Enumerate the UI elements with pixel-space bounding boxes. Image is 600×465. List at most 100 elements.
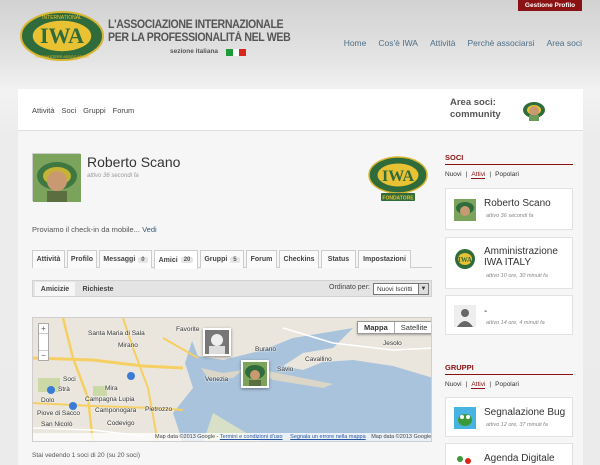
map-zoom-control: + −	[38, 323, 49, 361]
nav-attivita[interactable]: Attività	[430, 38, 456, 48]
map-label: Codevigo	[107, 420, 135, 427]
group-card[interactable]: Segnalazione Bug attivo 12 ore, 37 minut…	[445, 397, 573, 437]
tab-forum[interactable]: Forum	[246, 250, 277, 268]
gruppi-filter-attivi[interactable]: Attivi	[471, 381, 486, 389]
zoom-slider[interactable]	[39, 333, 48, 351]
member-card[interactable]: Roberto Scano attivo 36 secondi fa	[445, 188, 573, 230]
site-title-line1: L'ASSOCIAZIONE INTERNAZIONALE	[108, 19, 284, 31]
status-view-link[interactable]: Vedi	[142, 225, 157, 234]
bug-icon	[454, 407, 476, 429]
soci-filter-nuovi[interactable]: Nuovi	[445, 171, 462, 179]
map-label: Burano	[255, 346, 276, 353]
tab-label: Amici	[158, 256, 178, 264]
gestione-profilo-button[interactable]: Gestione Profilo	[518, 0, 582, 11]
tab-label: Profilo	[70, 256, 94, 263]
badge-label: FONDATORE	[382, 196, 414, 202]
zoom-out-icon[interactable]: −	[39, 351, 48, 360]
nav-cose-iwa[interactable]: Cos'è IWA	[378, 38, 418, 48]
map-data-credit-2: Map data ©2013 Google	[371, 434, 432, 440]
map-label: San Nicolò	[41, 421, 73, 428]
soci-filter-popolari[interactable]: Popolari	[495, 171, 519, 179]
status-text: Proviamo il check-in da mobile...	[32, 225, 140, 234]
chevron-down-icon: ▼	[418, 284, 428, 294]
members-map[interactable]: Santa Maria di Sala Mirano Favorite Bura…	[32, 317, 432, 442]
nav-home[interactable]: Home	[344, 38, 367, 48]
map-label: Jesolo	[383, 340, 402, 347]
group-name[interactable]: Agenda Digitale	[484, 453, 555, 464]
map-marker-avatar[interactable]	[203, 328, 231, 356]
subnav-soci[interactable]: Soci	[62, 106, 77, 115]
group-time: attivo 12 ore, 37 minuti fa	[486, 422, 548, 428]
map-label: Piove di Sacco	[37, 410, 80, 417]
soci-filter: Nuovi | Attivi | Popolari	[445, 171, 519, 179]
map-footer: Map data ©2013 Google - Termini e condiz…	[33, 433, 431, 441]
member-avatar: IWA	[454, 248, 476, 270]
community-subnav: Attività Soci Gruppi Forum Area soci: co…	[18, 89, 583, 131]
map-marker-avatar[interactable]	[241, 360, 269, 388]
main-nav: Home Cos'è IWA Attività Perchè associars…	[344, 38, 582, 48]
map-type-satellite-button[interactable]: Satellite	[395, 322, 431, 333]
nav-area-soci[interactable]: Area soci	[547, 38, 582, 48]
member-time: attivo 10 ore, 30 minuti fa	[486, 273, 548, 279]
subnav-forum[interactable]: Forum	[113, 106, 135, 115]
subtab-richieste[interactable]: Richieste	[77, 282, 119, 296]
map-label: Dolo	[41, 397, 55, 404]
map-label: Venezia	[205, 376, 229, 383]
member-card[interactable]: IWA Amministrazione IWA ITALY attivo 10 …	[445, 237, 573, 289]
agenda-icon	[454, 451, 476, 465]
member-time: attivo 36 secondi fa	[486, 213, 534, 219]
tab-attivita[interactable]: Attività	[32, 250, 65, 268]
logo-text: IWA	[40, 23, 84, 48]
profile-tabs: Attività Profilo Messaggi 0 Amici 20 Grupp…	[32, 250, 432, 269]
map-type-map-button[interactable]: Mappa	[358, 322, 395, 333]
tab-checkins[interactable]: Checkins	[279, 250, 319, 268]
logo-ring-top: INTERNATIONAL	[42, 15, 82, 21]
subtab-amicizie[interactable]: Amicizie	[35, 282, 75, 296]
subnav-attivita[interactable]: Attività	[32, 106, 55, 115]
map-label: Campagna Lupia	[85, 396, 135, 403]
gruppi-filter-nuovi[interactable]: Nuovi	[445, 381, 462, 389]
tab-impostazioni[interactable]: Impostazioni	[358, 250, 411, 268]
profile-name: Roberto Scano	[87, 154, 181, 170]
map-label: Savio	[277, 366, 294, 373]
soci-filter-attivi[interactable]: Attivi	[471, 171, 486, 179]
iwa-logo[interactable]: IWA INTERNATIONAL WEBMASTERS ASSOCIATION	[20, 11, 104, 61]
group-card[interactable]: Agenda Digitale	[445, 443, 573, 465]
map-terms-link[interactable]: Termini e condizioni d'uso	[220, 434, 283, 440]
nav-perche-associarsi[interactable]: Perchè associarsi	[467, 38, 534, 48]
member-card[interactable]: - attivo 14 ore, 4 minuti fa	[445, 295, 573, 335]
member-name[interactable]: Amministrazione IWA ITALY	[484, 246, 572, 268]
tab-count: 20	[180, 257, 194, 263]
map-label: Favorite	[176, 326, 200, 333]
group-name[interactable]: Segnalazione Bug	[484, 407, 565, 418]
order-label: Ordinato per:	[329, 284, 370, 291]
map-label: Santa Maria di Sala	[88, 330, 145, 337]
order-select[interactable]: Nuovi Iscritti ▼	[373, 283, 429, 295]
profile-avatar[interactable]	[32, 153, 81, 202]
default-avatar-icon	[454, 305, 476, 327]
map-label: Cavallino	[305, 356, 332, 363]
italy-flag-icon	[226, 49, 247, 56]
gruppi-filter: Nuovi | Attivi | Popolari	[445, 381, 519, 389]
tab-messaggi[interactable]: Messaggi 0	[99, 250, 152, 268]
badge-logo-text: IWA	[382, 168, 414, 185]
gruppi-filter-popolari[interactable]: Popolari	[495, 381, 519, 389]
member-name[interactable]: Roberto Scano	[484, 198, 551, 209]
tab-gruppi[interactable]: Gruppi 5	[200, 250, 244, 268]
zoom-in-icon[interactable]: +	[39, 324, 48, 333]
map-report-link[interactable]: Segnala un errore nella mappa	[290, 434, 366, 440]
map-label: Mirano	[118, 342, 138, 349]
member-name[interactable]: -	[484, 306, 487, 317]
tab-label: Status	[327, 256, 350, 263]
map-type-control: Mappa Satellite	[357, 321, 431, 334]
map-label: Camponogara	[95, 407, 137, 414]
user-avatar[interactable]	[522, 98, 546, 122]
tab-profilo[interactable]: Profilo	[67, 250, 97, 268]
tab-label: Impostazioni	[363, 256, 406, 263]
map-label: Mira	[105, 385, 118, 392]
tab-amici[interactable]: Amici 20	[154, 250, 198, 269]
tab-status[interactable]: Status	[321, 250, 356, 268]
subnav-gruppi[interactable]: Gruppi	[83, 106, 106, 115]
map-data-credit: Map data ©2013 Google	[155, 434, 216, 440]
logo-ring-bottom: WEBMASTERS ASSOCIATION	[35, 55, 89, 59]
